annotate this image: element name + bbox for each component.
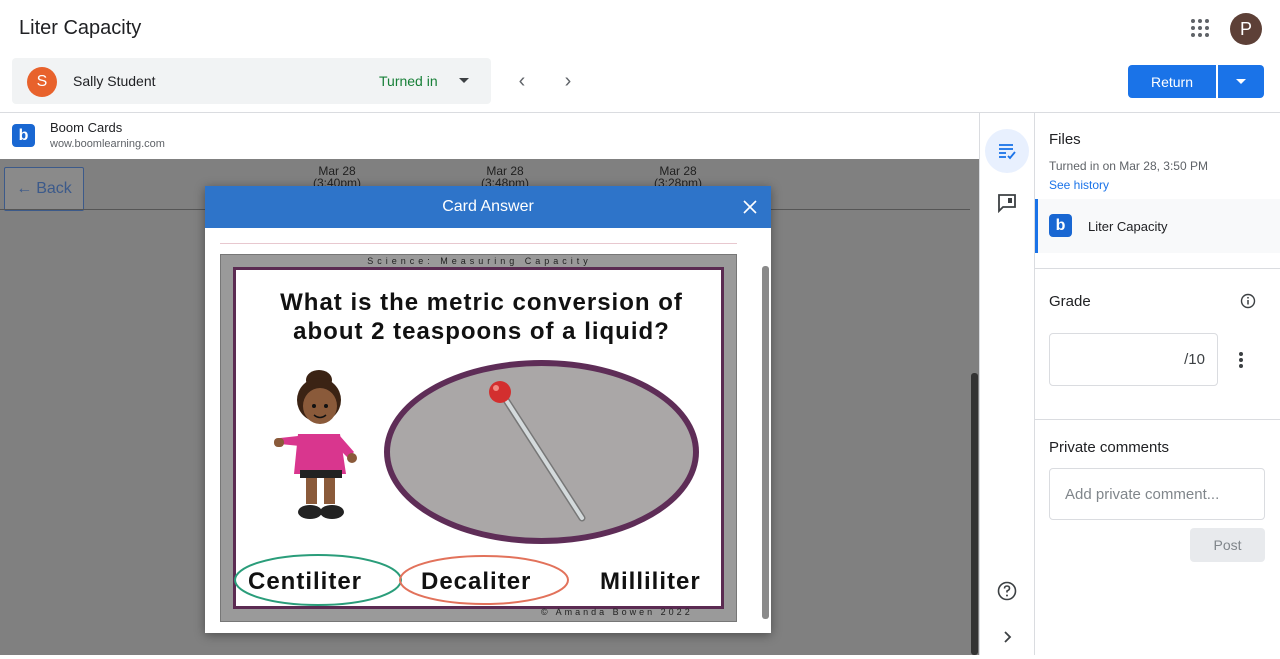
divider <box>1035 419 1280 420</box>
apps-grid-icon[interactable] <box>1190 18 1210 38</box>
answer-option[interactable]: Decaliter <box>421 568 531 596</box>
boom-cards-logo: b <box>1049 214 1072 237</box>
attachment-title[interactable]: Boom Cards <box>50 120 122 135</box>
previous-student-button[interactable]: ‹ <box>512 70 532 92</box>
grading-panel: Files Turned in on Mar 28, 3:50 PM See h… <box>1034 113 1280 655</box>
divider <box>1035 268 1280 269</box>
account-avatar[interactable]: P <box>1230 13 1262 45</box>
assignment-list-icon <box>999 144 1016 160</box>
attachment-file-item[interactable]: b Liter Capacity <box>1035 199 1280 253</box>
expand-panel-button[interactable] <box>985 615 1029 659</box>
arrow-left-icon: ← <box>16 180 33 197</box>
help-icon <box>997 581 1017 601</box>
file-name: Liter Capacity <box>1088 219 1168 234</box>
grade-heading: Grade <box>1049 293 1091 310</box>
chevron-right-icon: › <box>564 69 572 92</box>
student-selector[interactable]: S Sally Student Turned in <box>12 58 491 104</box>
info-icon[interactable] <box>1240 293 1256 309</box>
card-face: What is the metric conversion of about 2… <box>233 267 724 609</box>
chevron-left-icon: ‹ <box>518 69 526 92</box>
close-icon[interactable] <box>741 198 759 216</box>
card-question: What is the metric conversion of about 2… <box>280 289 683 345</box>
student-illustration <box>274 370 357 519</box>
student-avatar: S <box>27 67 57 97</box>
files-tab-button[interactable] <box>985 129 1029 173</box>
answer-option[interactable]: Milliliter <box>600 568 701 596</box>
attachment-url: wow.boomlearning.com <box>50 138 165 150</box>
help-button[interactable] <box>985 569 1029 613</box>
return-options-button[interactable] <box>1218 65 1264 98</box>
next-student-button[interactable]: › <box>558 70 578 92</box>
dialog-header: Card Answer <box>205 186 771 228</box>
boom-cards-logo: b <box>12 124 35 147</box>
private-comments-heading: Private comments <box>1049 439 1170 456</box>
card-answer-dialog: Card Answer Science: Measuring Capacity … <box>205 186 771 633</box>
scrollbar[interactable] <box>971 373 978 655</box>
card-category: Science: Measuring Capacity <box>367 256 592 266</box>
grade-denominator: /10 <box>1184 351 1205 368</box>
answer-option[interactable]: Centiliter <box>248 568 362 596</box>
dropper-illustration <box>489 381 586 522</box>
return-button[interactable]: Return <box>1128 65 1216 98</box>
turned-in-time: Turned in on Mar 28, 3:50 PM <box>1049 159 1208 173</box>
student-name: Sally Student <box>73 73 156 89</box>
post-button[interactable]: Post <box>1190 528 1265 562</box>
submission-status: Turned in <box>379 73 438 89</box>
boom-card: Science: Measuring Capacity What is the … <box>220 254 737 622</box>
divider <box>220 243 737 244</box>
card-copyright: © Amanda Bowen 2022 <box>541 607 693 617</box>
page-title: Liter Capacity <box>19 17 142 39</box>
grade-input[interactable]: /10 <box>1049 333 1218 386</box>
top-bar: Liter Capacity P <box>0 0 1280 58</box>
chevron-right-icon <box>1004 631 1012 643</box>
feedback-icon <box>998 194 1016 213</box>
scrollbar[interactable] <box>762 266 769 619</box>
chevron-down-icon <box>1236 79 1246 84</box>
files-heading: Files <box>1049 131 1081 148</box>
side-rail <box>979 113 1034 655</box>
chevron-down-icon[interactable] <box>459 78 469 83</box>
private-comment-input[interactable]: Add private comment... <box>1049 468 1265 520</box>
back-label: Back <box>36 180 72 197</box>
dialog-title: Card Answer <box>442 198 534 215</box>
comments-tab-button[interactable] <box>985 181 1029 225</box>
see-history-link[interactable]: See history <box>1049 178 1109 192</box>
back-button[interactable]: ← Back <box>4 167 84 211</box>
more-vert-icon[interactable] <box>1238 351 1244 369</box>
attachment-header: b Boom Cards wow.boomlearning.com <box>0 113 979 159</box>
